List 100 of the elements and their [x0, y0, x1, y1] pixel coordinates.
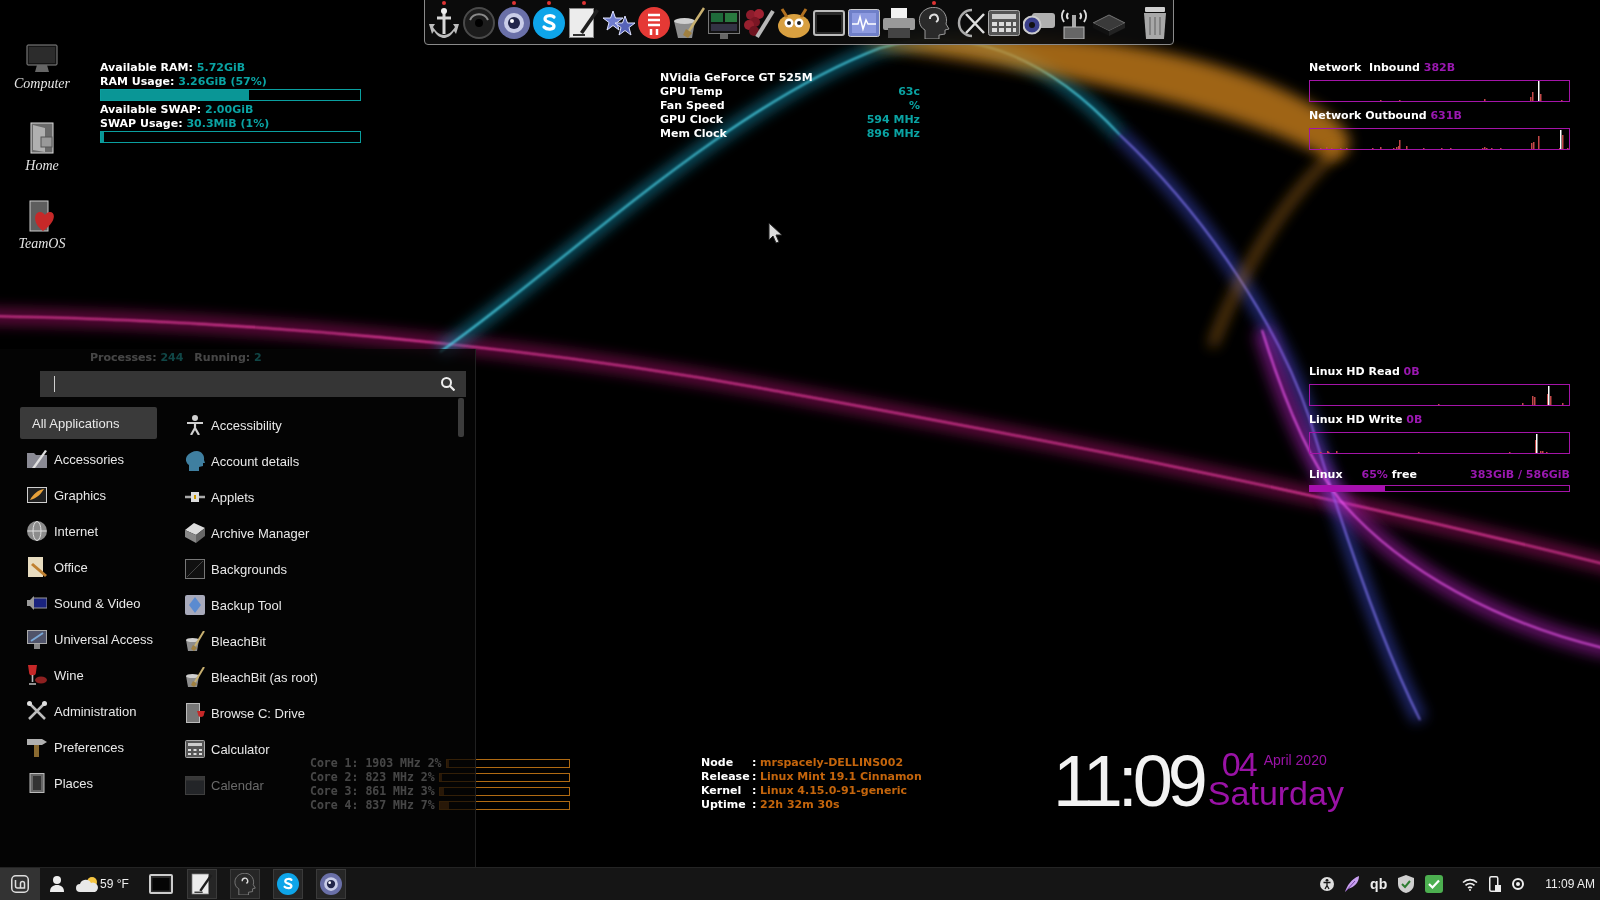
- gpu-stat-value: 594 MHz: [866, 113, 920, 127]
- gpu-title: NVidia GeForce GT 525M: [660, 71, 814, 85]
- category-item[interactable]: Internet: [20, 515, 157, 547]
- gpu-stat-value: %: [908, 99, 920, 113]
- check-icon[interactable]: [1425, 875, 1444, 893]
- app-item[interactable]: Calculator: [180, 733, 278, 765]
- ring-icon[interactable]: [1512, 878, 1525, 890]
- search-field[interactable]: [40, 371, 466, 397]
- memory-stat-value: 30.3MiB (1%): [186, 117, 270, 130]
- clock-month-year: April 2020: [1263, 752, 1327, 768]
- text-cursor-icon: [54, 376, 55, 392]
- info-separator: :: [752, 798, 758, 812]
- disk-size: 383GiB / 586GiB: [1470, 468, 1570, 482]
- running-dot-icon: [547, 1, 551, 5]
- info-value: 22h 32m 30s: [760, 798, 841, 812]
- running-dot-icon: [512, 1, 516, 5]
- gpu-stat-value: 63c: [898, 85, 920, 99]
- category-item[interactable]: All Applications: [20, 407, 157, 439]
- folder-icon: [27, 449, 47, 469]
- app-item[interactable]: Backgrounds: [180, 553, 295, 585]
- info-separator: :: [752, 756, 758, 770]
- disk-free-label: free: [1391, 468, 1417, 482]
- app-item[interactable]: Calendar: [180, 769, 272, 801]
- app-item[interactable]: Applets: [180, 481, 263, 513]
- show-desktop-button[interactable]: [146, 872, 175, 896]
- monitor-value: 0B: [1406, 413, 1423, 426]
- drive-icon: [185, 703, 205, 723]
- category-item[interactable]: Graphics: [20, 479, 157, 511]
- picture-frame-icon: [27, 485, 47, 505]
- monitor-label: Linux HD Read: [1309, 365, 1400, 378]
- waveform-icon: [848, 7, 880, 39]
- menu-button[interactable]: [0, 868, 40, 900]
- calendar-icon: [185, 775, 205, 795]
- door-icon: [27, 773, 47, 793]
- desktop-shortcut[interactable]: TeamOS: [18, 196, 66, 274]
- category-item[interactable]: Accessories: [20, 443, 157, 475]
- window-button[interactable]: [186, 869, 217, 899]
- category-item[interactable]: Sound & Video: [20, 587, 157, 619]
- phone-icon[interactable]: [1489, 876, 1502, 892]
- disk-percent: 65%: [1361, 468, 1388, 482]
- info-value: Linux 4.15.0-91-generic: [760, 784, 909, 798]
- info-label: Uptime: [701, 798, 747, 812]
- app-item[interactable]: BleachBit: [180, 625, 274, 657]
- running-dot-icon: [932, 1, 936, 5]
- category-item[interactable]: Office: [20, 551, 157, 583]
- app-item[interactable]: BleachBit (as root): [180, 661, 326, 693]
- wifi-icon[interactable]: [1462, 877, 1479, 891]
- person-icon: [185, 415, 205, 435]
- tray-app-label[interactable]: qb: [1370, 876, 1388, 892]
- search-icon[interactable]: [441, 377, 455, 391]
- mouse-pointer-icon: [768, 222, 782, 244]
- processes-label: Processes:: [90, 351, 157, 364]
- head-icon: [918, 7, 950, 39]
- app-item[interactable]: Backup Tool: [180, 589, 290, 621]
- app-item[interactable]: Accessibility: [180, 409, 290, 441]
- feather-icon[interactable]: [1345, 876, 1360, 892]
- category-item[interactable]: Preferences: [20, 731, 157, 763]
- core-stat: Core 4: 837 MHz 7%: [310, 798, 435, 812]
- weather-button[interactable]: 59 °F: [76, 876, 129, 892]
- category-item[interactable]: Universal Access: [20, 623, 165, 655]
- running-label: Running:: [194, 351, 251, 364]
- diamond-tile-icon: [185, 595, 205, 615]
- door-icon: [30, 122, 54, 154]
- info-label: Release: [701, 770, 751, 784]
- user-icon[interactable]: [50, 876, 64, 892]
- clock-time: 11:09: [1053, 745, 1203, 817]
- window-button[interactable]: [315, 869, 346, 899]
- window-button[interactable]: [272, 869, 303, 899]
- info-value: Linux Mint 19.1 Cinnamon: [760, 770, 922, 784]
- category-item[interactable]: Administration: [20, 695, 157, 727]
- memory-stat-label: RAM Usage:: [100, 75, 175, 88]
- calculator-icon: [185, 739, 205, 759]
- app-item[interactable]: Browse C: Drive: [180, 697, 313, 729]
- category-item[interactable]: Places: [20, 767, 157, 799]
- printer-icon: [883, 7, 915, 39]
- app-item[interactable]: Account details: [180, 445, 308, 477]
- info-separator: :: [752, 784, 758, 798]
- monitor-icon: [26, 44, 58, 72]
- gpu-stat-label: GPU Clock: [660, 113, 724, 127]
- memory-stat-label: Available SWAP:: [100, 103, 202, 116]
- disc-icon: [463, 7, 495, 39]
- desktop-shortcut[interactable]: Computer: [14, 40, 70, 118]
- gpu-stat-label: Fan Speed: [660, 99, 725, 113]
- desktop-shortcut[interactable]: Home: [25, 118, 59, 196]
- crossed-tools-icon: [27, 701, 47, 721]
- app-item[interactable]: Archive Manager: [180, 517, 318, 549]
- category-item[interactable]: Wine: [20, 659, 157, 691]
- document-pen-icon: [568, 7, 600, 39]
- core-stat: Core 3: 861 MHz 3%: [310, 784, 435, 798]
- memory-stat-value: 2.00GiB: [205, 103, 254, 116]
- memory-stat-label: Available RAM:: [100, 61, 193, 74]
- memory-stat-label: SWAP Usage:: [100, 117, 183, 130]
- memory-stat-value: 3.26GiB (57%): [178, 75, 267, 88]
- monitor-icon: [708, 7, 740, 39]
- shield-check-icon[interactable]: [1398, 875, 1415, 893]
- taskbar-clock[interactable]: 11:09 AM: [1545, 877, 1595, 891]
- scrollbar[interactable]: [458, 398, 464, 437]
- accessibility-icon[interactable]: [1320, 877, 1335, 891]
- info-separator: :: [752, 770, 758, 784]
- lens-icon: [498, 7, 530, 39]
